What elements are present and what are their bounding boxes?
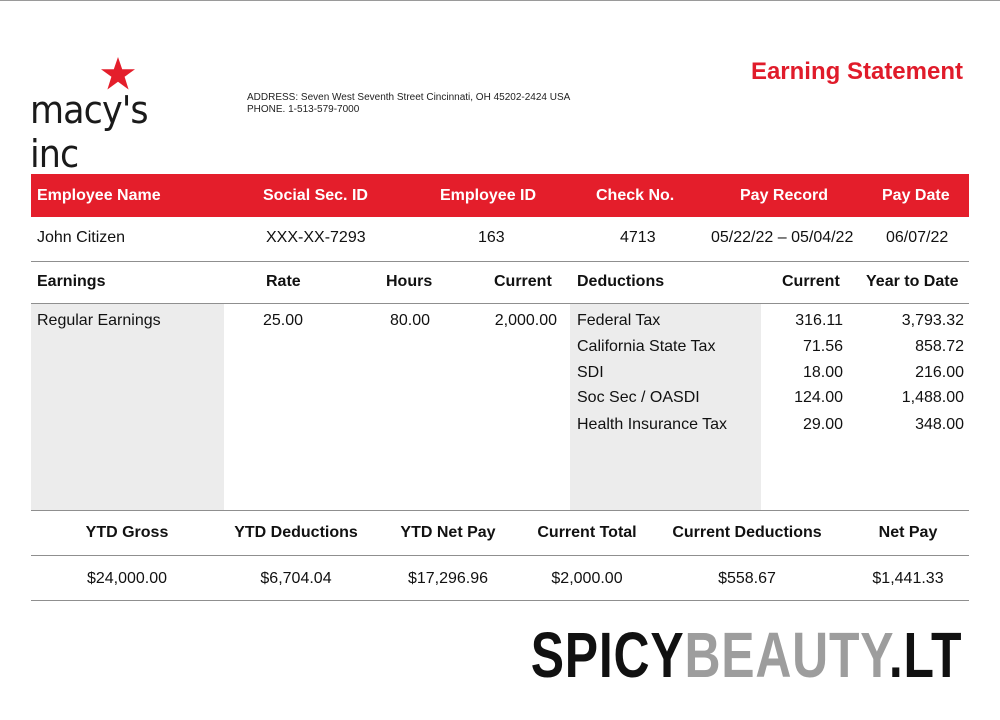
- col-ytd-deductions: YTD Deductions: [234, 524, 358, 541]
- top-border: [0, 0, 1000, 1]
- deduction-current: 124.00: [794, 389, 843, 406]
- col-earnings: Earnings: [37, 273, 106, 290]
- ytd-gross-value: $24,000.00: [86, 570, 168, 587]
- col-net-pay: Net Pay: [878, 524, 938, 541]
- star-icon: [101, 57, 135, 90]
- deduction-current: 18.00: [802, 364, 843, 381]
- pay-record: 05/22/22 – 05/04/22: [711, 229, 854, 246]
- watermark-part1: SPICY: [530, 619, 685, 691]
- divider: [31, 555, 969, 556]
- deduction-ytd: 3,793.32: [901, 312, 964, 329]
- col-ytd-net-pay: YTD Net Pay: [400, 524, 496, 541]
- col-employee-name: Employee Name: [37, 187, 161, 204]
- col-ytd-gross: YTD Gross: [85, 524, 169, 541]
- statement-title: Earning Statement: [750, 58, 963, 85]
- social-sec-id: XXX-XX-7293: [266, 229, 366, 246]
- col-hours: Hours: [386, 273, 433, 290]
- col-rate: Rate: [266, 273, 301, 290]
- deduction-label: SDI: [577, 364, 604, 381]
- watermark: SPICYBEAUTY.LT: [530, 620, 962, 690]
- earning-label: Regular Earnings: [37, 312, 161, 329]
- phone-line: PHONE. 1-513-579-7000: [247, 104, 360, 115]
- col-pay-date: Pay Date: [882, 187, 950, 204]
- divider: [31, 261, 969, 262]
- company-logo: macy's inc: [30, 57, 210, 176]
- deduction-ytd: 858.72: [915, 338, 964, 355]
- deduction-label: Soc Sec / OASDI: [577, 389, 700, 406]
- deduction-label: Health Insurance Tax: [577, 416, 728, 433]
- employee-name: John Citizen: [37, 229, 126, 246]
- current-deductions-value: $558.67: [718, 570, 776, 587]
- employee-header-row: Employee Name Social Sec. ID Employee ID…: [31, 174, 969, 217]
- col-current-total: Current Total: [537, 524, 637, 541]
- watermark-part2: BEAUTY: [684, 619, 889, 691]
- logo-wordmark: macy's inc: [30, 88, 149, 176]
- current-total-value: $2,000.00: [551, 570, 623, 587]
- col-year-to-date: Year to Date: [866, 273, 959, 290]
- deduction-ytd: 216.00: [915, 364, 964, 381]
- deduction-ytd: 348.00: [915, 416, 964, 433]
- divider: [31, 510, 969, 511]
- col-social-sec-id: Social Sec. ID: [263, 187, 368, 204]
- deductions-label-shade: [570, 304, 761, 510]
- deduction-current: 29.00: [802, 416, 843, 433]
- earning-rate: 25.00: [263, 312, 304, 329]
- check-no: 4713: [620, 229, 656, 246]
- col-ded-current: Current: [782, 273, 840, 290]
- col-earn-current: Current: [494, 273, 552, 290]
- earnings-label-shade: [31, 304, 224, 510]
- ytd-net-pay-value: $17,296.96: [407, 570, 489, 587]
- col-pay-record: Pay Record: [740, 187, 829, 204]
- deduction-current: 71.56: [802, 338, 843, 355]
- deduction-label: California State Tax: [577, 338, 716, 355]
- col-check-no: Check No.: [596, 187, 675, 204]
- deduction-ytd: 1,488.00: [901, 389, 964, 406]
- address-line: ADDRESS: Seven West Seventh Street Cinci…: [247, 92, 571, 103]
- deduction-current: 316.11: [795, 312, 843, 329]
- earning-current: 2,000.00: [494, 312, 557, 329]
- pay-date: 06/07/22: [886, 229, 949, 246]
- earning-hours: 80.00: [390, 312, 431, 329]
- net-pay-value: $1,441.33: [872, 570, 944, 587]
- company-address-block: ADDRESS: Seven West Seventh Street Cinci…: [247, 92, 570, 116]
- divider: [31, 600, 969, 601]
- col-employee-id: Employee ID: [440, 187, 537, 204]
- watermark-part3: .LT: [888, 619, 962, 691]
- ytd-deductions-value: $6,704.04: [260, 570, 332, 587]
- employee-id: 163: [478, 229, 505, 246]
- col-deductions: Deductions: [577, 273, 665, 290]
- deduction-label: Federal Tax: [577, 312, 661, 329]
- col-current-deductions: Current Deductions: [672, 524, 822, 541]
